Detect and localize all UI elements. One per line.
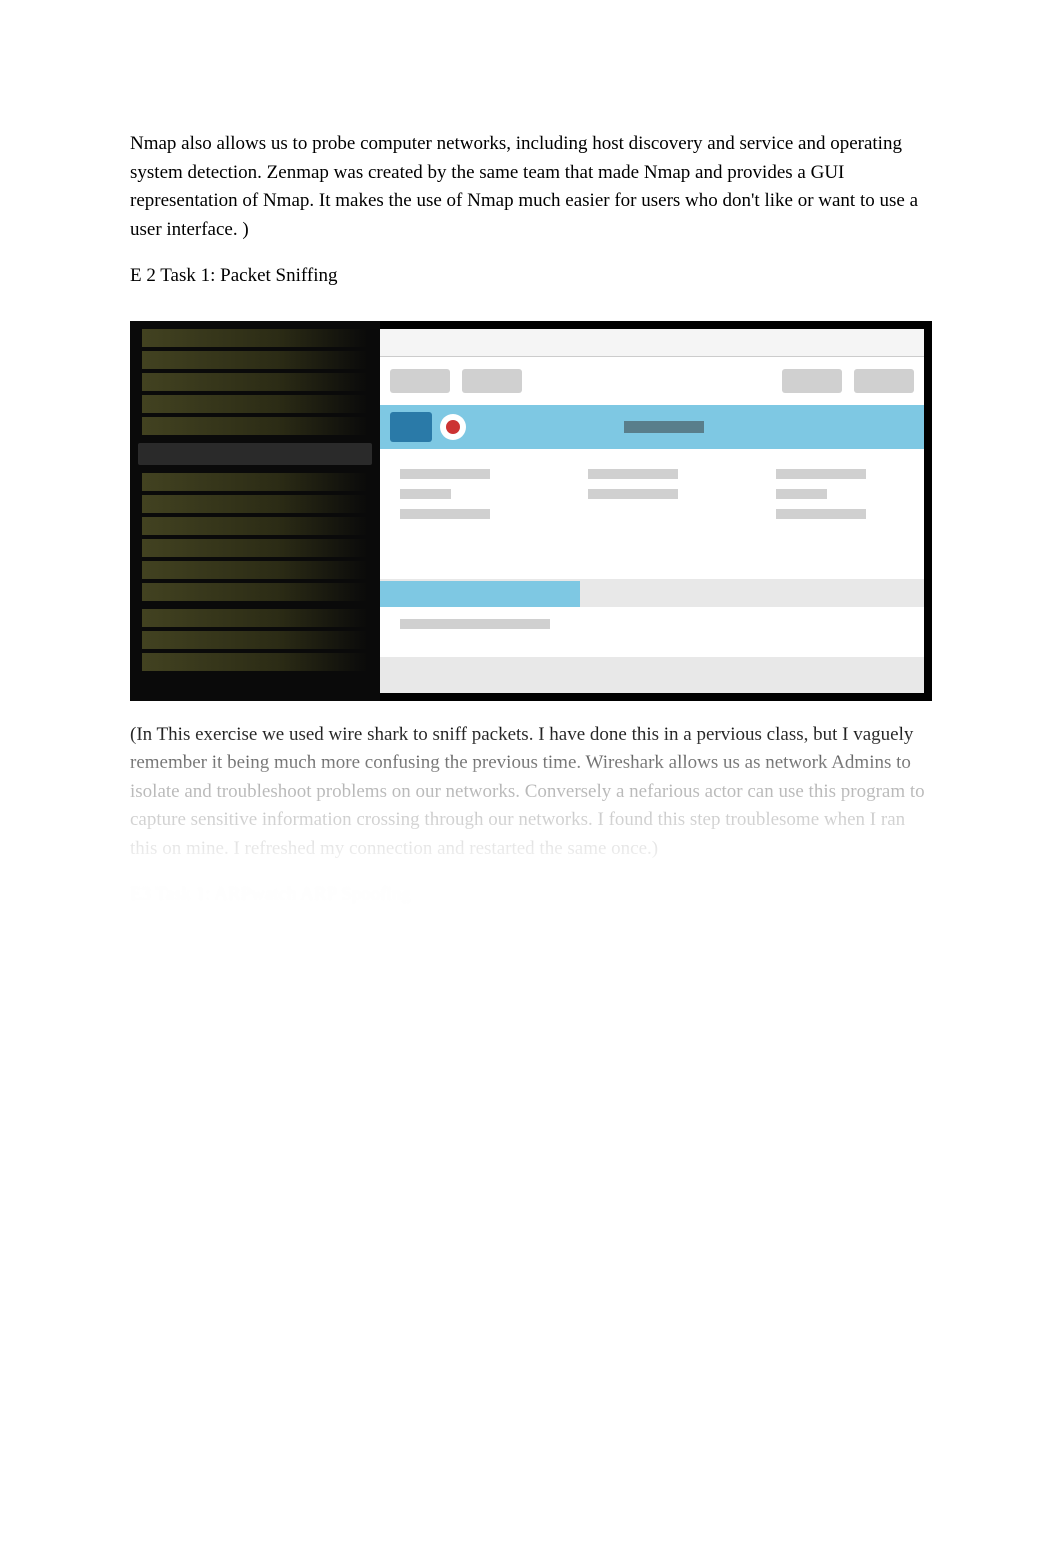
section-heading: E3 Task 1: ARPwatch ARP Spoofing: [130, 881, 932, 910]
body-paragraph: Nmap also allows us to probe computer ne…: [130, 130, 932, 244]
body-paragraph: (In This exercise we used wire shark to …: [130, 721, 932, 864]
section-heading: E 2 Task 1: Packet Sniffing: [130, 262, 932, 291]
embedded-screenshot: [130, 321, 932, 701]
screenshot-sidebar: [130, 321, 380, 701]
screenshot-main-panel: [380, 329, 924, 693]
faded-preview-section: (In This exercise we used wire shark to …: [130, 721, 932, 910]
